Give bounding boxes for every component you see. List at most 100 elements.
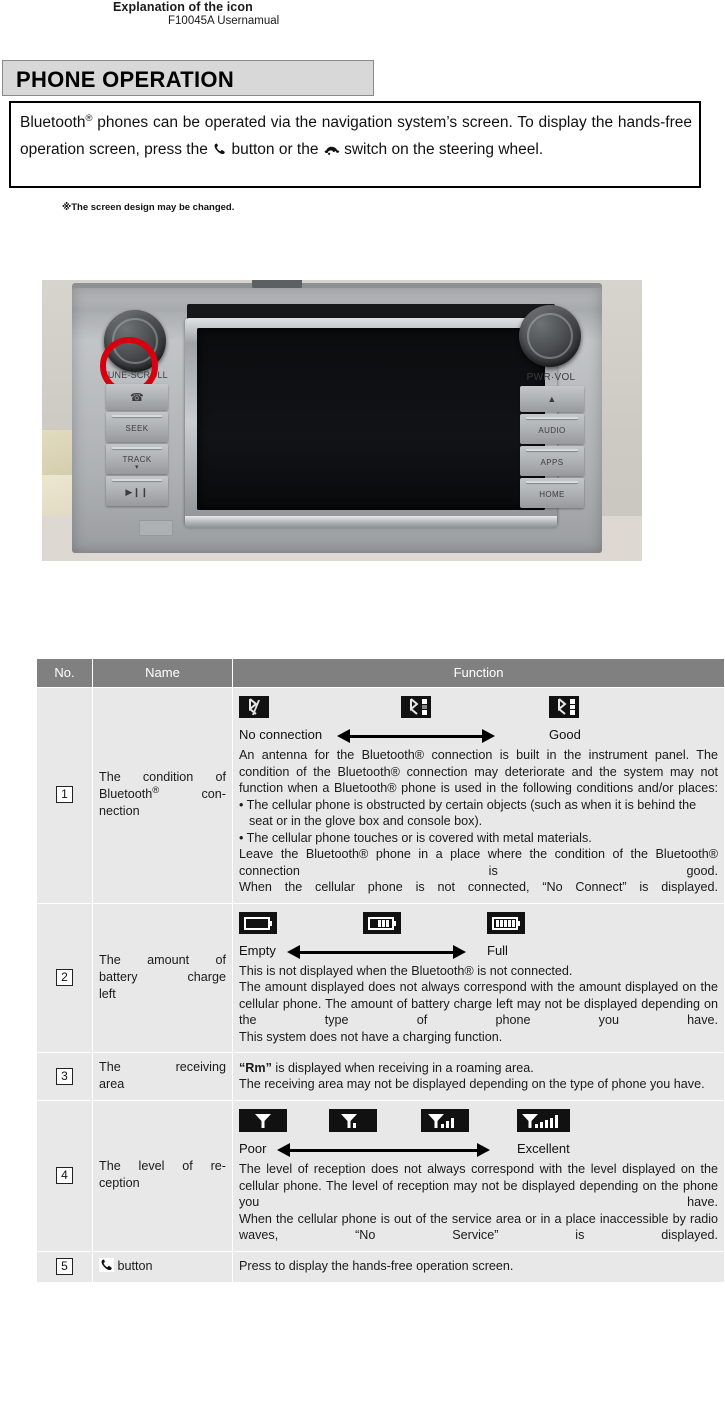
row-name-line-1: The level of re- [99,1159,226,1174]
home-button[interactable]: HOME [520,478,584,508]
row-name-line-3: left [99,986,116,1001]
signal-medium-icon [421,1109,469,1132]
phone-handset-icon [99,1257,114,1272]
display-bezel-bottom-chrome [185,516,557,528]
document-subheading: F10045A Usernamual [168,15,280,27]
row-name-line-2: Bluetooth [99,787,153,802]
row-number-badge: 3 [56,1067,73,1085]
phone-button-on-unit[interactable]: ☎ [106,384,168,410]
navigation-display-screen [197,328,545,510]
function-bullet: • The cellular phone is obstructed by ce… [239,797,697,829]
function-paragraph: Leave the Bluetooth® phone in a place wh… [239,847,718,878]
battery-full-icon [487,911,525,934]
phone-handset-icon [212,141,227,158]
arrow-head-right [453,944,466,959]
car-navigation-head-unit-photo: TUNE·SCROLL ☎ SEEK TRACK ▾ ▶❙❙ PWR·VOL ▲… [42,280,642,561]
row-name-cell: The amount of battery charge left [92,902,233,1053]
row-number-cell: 1 [36,687,93,904]
row-name-line-2: area [99,1077,125,1091]
audio-button[interactable]: AUDIO [520,414,584,444]
row-function-cell: Poor Excellent The level of reception do… [232,1100,725,1252]
function-paragraph: When the cellular phone is out of the se… [239,1211,718,1243]
power-volume-knob[interactable] [519,305,581,367]
document-heading: Explanation of the icon [113,0,253,14]
scale-label-left: No connection [239,727,323,742]
function-paragraph: This system does not have a charging fun… [239,1029,503,1044]
function-paragraph: The receiving area may not be displayed … [239,1077,705,1091]
row-number-badge: 2 [56,968,73,986]
battery-icon-scale [239,911,718,942]
table-row: 1 The condition of Bluetooth® con- necti… [36,687,725,904]
row-name-cell: The level of re- ception [92,1100,233,1252]
function-paragraph: When the cellular phone is not connected… [239,880,718,894]
row-number-badge: 4 [56,1166,73,1184]
play-pause-button[interactable]: ▶❙❙ [106,476,168,506]
section-title-bar: PHONE OPERATION [2,60,374,96]
seek-button[interactable]: SEEK [106,412,168,442]
row-function-cell: Empty Full This is not displayed when th… [232,902,725,1053]
icon-explanation-table: No. Name Function 1 The condition of Blu… [36,658,725,1283]
row-name-cell: button [92,1250,233,1283]
scale-label-right: Excellent [517,1141,570,1156]
table-row: 3 The receiving area “Rm” is displayed w… [36,1052,725,1101]
row-name-line-2: ception [99,1176,140,1191]
column-header-function: Function [232,658,725,688]
row-name-line-1: The receiving [99,1060,226,1074]
scale-label-left: Empty [239,942,276,958]
battery-scale-arrow-row: Empty Full [239,943,718,962]
row-name-line-2: battery charge [99,969,226,984]
row-name-line-4: nection [99,804,140,819]
signal-high-icon [517,1109,570,1132]
registered-mark: ® [85,112,93,124]
bluetooth-good-icon [549,696,579,718]
arrow-line [349,735,484,738]
function-bullet: • The cellular phone touches or is cover… [239,830,592,845]
intro-text-part1: Bluetooth [20,114,86,131]
row-name-cell: The receiving area [92,1052,233,1101]
telephone-icon [323,141,340,158]
roaming-code: “Rm” [239,1060,272,1075]
function-paragraph-roaming: “Rm” is displayed when receiving in a ro… [239,1060,718,1077]
scale-label-left: Poor [239,1141,267,1156]
column-header-name: Name [92,658,233,688]
battery-half-icon [363,911,401,934]
table-row: 2 The amount of battery charge left Empt… [36,902,725,1053]
arrow-line [299,950,455,954]
screen-design-note: ※The screen design may be changed. [62,202,235,213]
row-number-badge: 5 [56,1257,73,1275]
bluetooth-icon-scale [239,696,718,726]
row-number-cell: 5 [36,1250,93,1283]
unit-model-tag [139,520,173,536]
apps-button[interactable]: APPS [520,446,584,476]
column-header-no: No. [36,658,93,688]
signal-none-icon [239,1109,287,1132]
signal-scale-arrow-row: Poor Excellent [239,1141,718,1160]
arrow-head-right [477,1143,490,1157]
intro-callout-box: Bluetooth® phones can be operated via th… [9,101,701,188]
row-number-cell: 2 [36,902,93,1053]
arrow-head-right [482,729,495,743]
battery-empty-icon [239,911,277,934]
row-function-cell: Press to display the hands-free operatio… [232,1250,725,1283]
row-function-cell: “Rm” is displayed when receiving in a ro… [232,1052,725,1101]
roaming-text: is displayed when receiving in a roaming… [271,1060,534,1075]
function-paragraph: This is not displayed when the Bluetooth… [239,963,573,978]
row-name-line-1: The amount of [99,952,226,967]
table-row: 4 The level of re- ception Poor Excellen… [36,1100,725,1252]
row-number-badge: 1 [56,786,73,804]
eject-button[interactable]: ▲ [520,386,584,412]
row-function-cell: No connection Good An antenna for the Bl… [232,687,725,904]
bluetooth-medium-icon [401,696,431,718]
power-volume-knob-label: PWR·VOL [526,372,576,383]
intro-paragraph: Bluetooth® phones can be operated via th… [20,109,692,163]
track-button[interactable]: TRACK ▾ [106,444,168,474]
table-row: 5 button Press to display the hands-free… [36,1250,725,1283]
bluetooth-no-connection-icon [239,696,269,718]
row-number-cell: 4 [36,1100,93,1252]
row-name-line-3: con- [159,787,226,802]
signal-low-icon [329,1109,377,1132]
row-number-cell: 3 [36,1052,93,1101]
intro-text-part3: button or the [227,141,323,158]
scale-label-right: Full [487,942,508,958]
table-header-row: No. Name Function [36,658,725,688]
